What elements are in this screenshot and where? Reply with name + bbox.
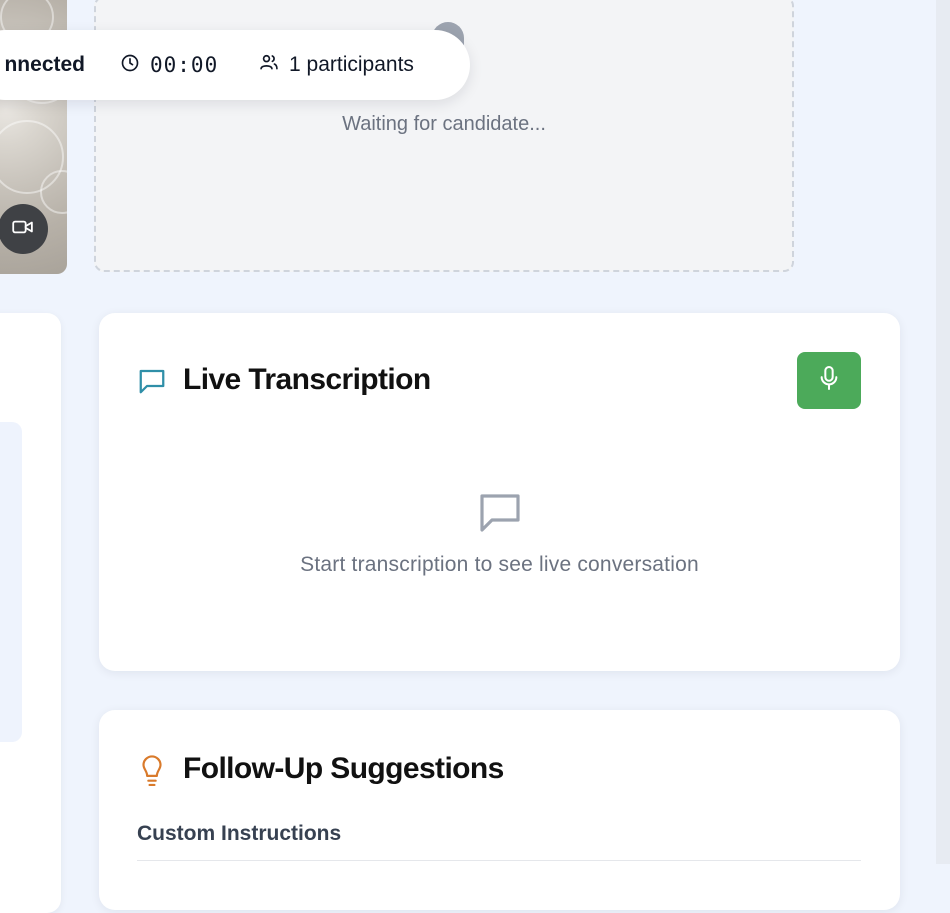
side-panel-inner-box: [0, 422, 22, 742]
page-scrollbar-track[interactable]: [936, 0, 950, 864]
suggestions-title: Follow-Up Suggestions: [183, 752, 504, 785]
video-camera-icon: [12, 219, 34, 240]
message-square-icon: [476, 488, 524, 541]
follow-up-suggestions-card: Follow-Up Suggestions Custom Instruction…: [99, 710, 900, 910]
call-timer: 00:00: [120, 53, 218, 78]
transcription-title: Live Transcription: [183, 363, 431, 396]
custom-instructions-input[interactable]: [137, 860, 861, 861]
start-transcription-button[interactable]: [797, 352, 861, 409]
transcription-empty-text: Start transcription to see live conversa…: [300, 553, 699, 576]
waiting-text: Waiting for candidate...: [342, 113, 546, 135]
microphone-icon: [818, 365, 840, 396]
clock-icon: [120, 53, 140, 78]
call-status-bar: nnected 00:00 1 participants: [0, 30, 470, 100]
participants-count: 1 participants: [259, 52, 414, 78]
live-transcription-card: Live Transcription Start transcription t…: [99, 313, 900, 671]
timer-value: 00:00: [150, 53, 219, 77]
connection-status: nnected: [4, 53, 85, 76]
users-icon: [259, 52, 279, 78]
message-square-icon: [137, 366, 167, 401]
lightbulb-icon: [137, 754, 167, 793]
participants-label: 1 participants: [289, 53, 414, 76]
custom-instructions-label: Custom Instructions: [137, 822, 342, 845]
camera-toggle-button[interactable]: [0, 204, 48, 254]
